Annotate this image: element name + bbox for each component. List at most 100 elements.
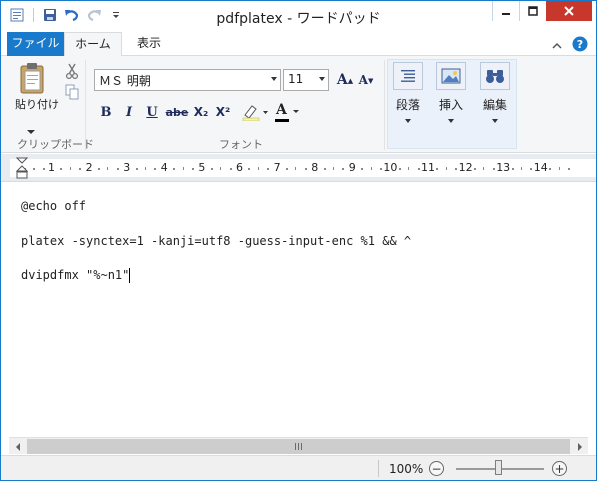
highlighter-icon [242,105,268,121]
font-size-select[interactable]: 11 [283,69,329,91]
ruler-tick [408,167,410,170]
svg-text:?: ? [577,38,583,51]
font-family-value: ＭＳ 明朝 [99,74,151,88]
ruler-strip: 1 2 3 4 5 6 7 8 9 10 11 12 13 14 [10,159,596,177]
ruler-tick [107,167,109,170]
ruler: 1 2 3 4 5 6 7 8 9 10 11 12 13 14 [1,154,596,182]
ruler-dot [229,168,232,170]
status-bar: 100% − + [1,455,596,480]
tab-file[interactable]: ファイル [7,32,64,56]
help-icon[interactable]: ? [572,36,588,55]
close-icon [564,6,574,16]
ruler-tick [145,167,146,170]
zoom-out-button[interactable]: − [429,461,444,476]
ruler-number: 14 [533,161,548,174]
text-color-button[interactable]: A [273,101,301,123]
ruler-number: 1 [48,161,55,174]
clipboard-group-label: クリップボード [17,138,94,151]
ruler-dot [248,168,251,170]
ruler-dot [474,168,476,170]
ruler-number: 8 [311,161,319,174]
scroll-right-arrow[interactable] [571,438,588,455]
ruler-number: 2 [85,161,93,174]
ruler-dot [135,168,138,170]
grip-icon [294,443,302,450]
font-group-label: フォント [219,138,263,151]
document-line: dvipdfmx "%~n1" [21,268,130,282]
document-line: @echo off [21,199,87,213]
zoom-slider-thumb[interactable] [495,460,502,475]
ruler-dot [511,168,514,170]
status-separator [378,460,379,477]
ribbon: 貼り付け クリップボード ＭＳ 明朝 11 A▲ A▼ B I U abe [1,56,596,153]
insert-button[interactable]: 挿入 [433,62,469,132]
indent-marker-icon[interactable] [16,157,28,181]
ribbon-collapse-icon[interactable] [552,39,562,53]
tab-view[interactable]: 表示 [125,32,173,56]
cut-icon[interactable] [64,63,80,79]
paste-button[interactable] [13,62,53,99]
ruler-number: 5 [198,161,206,174]
italic-button[interactable]: I [121,101,137,123]
tabs-right-controls: ? [552,36,588,55]
ruler-number: 4 [160,161,168,174]
paragraph-icon [393,62,423,90]
subscript-button[interactable]: X₂ [192,101,210,123]
ruler-tick [558,167,560,170]
ruler-tick [220,167,222,170]
ruler-tick [182,167,184,170]
paste-icon [20,63,44,94]
ruler-dot [98,168,100,170]
grow-font-label: A [336,72,348,88]
maximize-button[interactable] [519,1,546,21]
ruler-number: 7 [273,161,281,174]
ruler-dot [380,168,382,170]
grow-font-button[interactable]: A ▲ [337,72,353,88]
minimize-icon [502,13,510,15]
chevron-down-icon [492,119,498,123]
binoculars-icon [480,62,510,90]
picture-icon [436,62,466,90]
ruler-number: 3 [123,161,131,174]
superscript-button[interactable]: X² [214,101,232,123]
paragraph-button[interactable]: 段落 [390,62,426,132]
horizontal-scrollbar[interactable] [9,437,588,454]
title-bar: pdfplatex - ワードパッド [1,1,596,31]
bold-button[interactable]: B [97,101,115,123]
ruler-tick [370,167,372,170]
ruler-number: 12 [458,161,473,174]
document-editor[interactable]: @echo off platex -synctex=1 -kanji=utf8 … [9,183,588,437]
ruler-dot [568,168,570,170]
minimize-button[interactable] [492,1,519,21]
text-color-label: A [276,102,287,118]
font-size-value: 11 [288,72,304,86]
underline-button[interactable]: U [144,101,160,123]
shrink-font-label: A [358,73,368,87]
chevron-down-icon [405,119,411,123]
group-separator [384,60,385,150]
scroll-left-arrow[interactable] [9,438,26,455]
chevron-right-icon [577,442,582,451]
strikethrough-button[interactable]: abe [166,101,189,123]
font-family-select[interactable]: ＭＳ 明朝 [94,69,281,91]
ruler-number: 13 [496,161,511,174]
copy-icon[interactable] [64,84,80,100]
scrollbar-thumb[interactable] [27,439,570,454]
chevron-down-icon [293,110,299,113]
ruler-tick [69,167,71,170]
ruler-dot [492,168,495,170]
tab-home[interactable]: ホーム [64,32,122,57]
ruler-number: 6 [236,161,243,174]
edit-button[interactable]: 編集 [477,62,513,132]
ruler-tick [257,167,259,170]
ruler-tick [483,167,485,170]
paragraph-label: 段落 [395,98,420,112]
highlight-button[interactable] [241,101,269,123]
ruler-dot [60,168,63,170]
group-separator [85,60,86,150]
zoom-in-button[interactable]: + [552,461,567,476]
shrink-font-button[interactable]: A ▼ [358,72,374,88]
ruler-dot [116,168,119,170]
ruler-dot [192,168,194,170]
close-button[interactable] [546,1,592,21]
